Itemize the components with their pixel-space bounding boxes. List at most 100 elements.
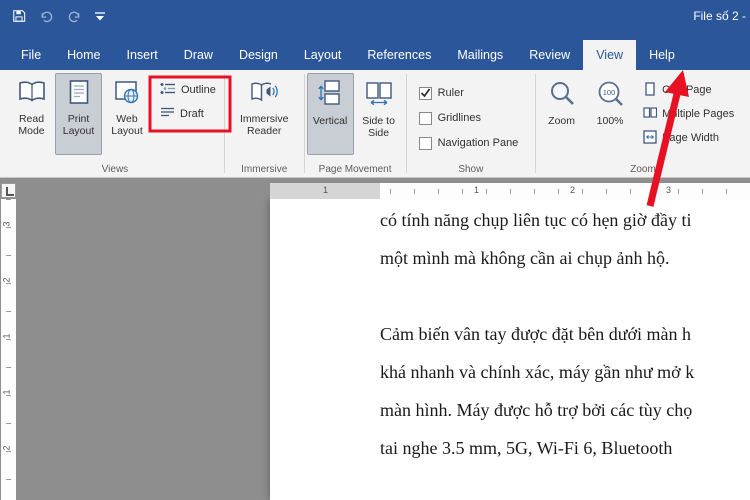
tab-file[interactable]: File: [8, 40, 54, 70]
gridlines-checkbox-label: Gridlines: [437, 112, 481, 124]
tab-mailings[interactable]: Mailings: [444, 40, 516, 70]
group-show: Ruler Gridlines Navigation Pane Show: [407, 70, 536, 177]
tab-draw[interactable]: Draw: [171, 40, 226, 70]
side-to-side-button[interactable]: Side to Side: [354, 73, 404, 155]
tab-view[interactable]: View: [583, 40, 637, 70]
window-title: File số 2 -: [693, 9, 746, 23]
group-immersive: Immersive Reader Immersive: [225, 70, 304, 177]
web-layout-label: Web Layout: [111, 113, 143, 137]
multiple-pages-button[interactable]: Multiple Pages: [637, 103, 740, 125]
navigation-pane-checkbox-label: Navigation Pane: [437, 137, 519, 149]
show-group-label: Show: [458, 164, 484, 175]
vertical-button[interactable]: Vertical: [306, 73, 354, 155]
tab-layout[interactable]: Layout: [291, 40, 355, 70]
gridlines-checkbox-row[interactable]: Gridlines: [418, 108, 534, 128]
ruler-number: 3: [1, 221, 12, 227]
ruler-number: 2: [1, 445, 12, 451]
tab-review[interactable]: Review: [516, 40, 583, 70]
document-text: có tính năng chụp liên tục có hẹn giờ đầ…: [270, 199, 750, 467]
page-movement-group-label: Page Movement: [318, 164, 392, 175]
ruler-checkbox[interactable]: [418, 86, 432, 100]
immersive-reader-label: Immersive Reader: [240, 113, 289, 137]
page-width-button[interactable]: Page Width: [637, 127, 740, 149]
tab-design[interactable]: Design: [226, 40, 291, 70]
multiple-pages-label: Multiple Pages: [662, 108, 735, 120]
ruler-checkbox-row[interactable]: Ruler: [418, 83, 534, 103]
save-icon[interactable]: [12, 9, 26, 23]
read-mode-icon: [17, 80, 47, 109]
read-mode-label: Read Mode: [18, 113, 45, 137]
tab-help[interactable]: Help: [636, 40, 688, 70]
document-line: tai nghe 3.5 mm, 5G, Wi-Fi 6, Bluetooth: [380, 438, 673, 458]
document-page[interactable]: có tính năng chụp liên tục có hẹn giờ đầ…: [270, 199, 750, 500]
zoom-icon: [548, 80, 576, 111]
outline-label: Outline: [181, 84, 216, 96]
side-to-side-icon: [365, 80, 392, 111]
draft-label: Draft: [180, 108, 204, 120]
page-width-label: Page Width: [662, 132, 719, 144]
undo-icon[interactable]: [39, 10, 54, 23]
group-page-movement: Vertical Side to Side Page Movement: [305, 70, 406, 177]
one-page-icon: [643, 81, 657, 99]
ruler-number: 3: [666, 185, 672, 195]
read-mode-button[interactable]: Read Mode: [8, 73, 55, 155]
document-line: màn hình. Máy được hỗ trợ bởi các tùy ch…: [380, 400, 693, 420]
print-layout-label: Print Layout: [62, 113, 95, 137]
zoom-100-button[interactable]: 100 100%: [585, 73, 635, 155]
draft-icon: [160, 106, 175, 122]
side-to-side-label: Side to Side: [362, 115, 395, 139]
ruler-number: 1: [1, 333, 12, 339]
one-page-label: One Page: [662, 84, 712, 96]
multiple-pages-icon: [643, 106, 658, 123]
customize-quick-access-icon[interactable]: [95, 11, 105, 21]
document-line: [380, 277, 750, 315]
svg-text:100: 100: [603, 88, 616, 97]
draft-button[interactable]: Draft: [154, 103, 222, 125]
document-line: khá nhanh và chính xác, máy gần như mở k: [380, 362, 695, 382]
vertical-label: Vertical: [312, 115, 348, 127]
vertical-icon: [318, 80, 342, 111]
outline-icon: [160, 82, 176, 98]
navigation-pane-checkbox-row[interactable]: Navigation Pane: [418, 133, 534, 153]
one-page-button[interactable]: One Page: [637, 79, 740, 101]
group-views: Read Mode Print Layout Web Layout Outlin…: [6, 70, 224, 177]
page-width-icon: [643, 129, 657, 147]
group-zoom: Zoom 100 100% One Page Multiple Pages Pa…: [536, 70, 750, 177]
zoom-label: Zoom: [548, 115, 576, 127]
vertical-ruler[interactable]: 3 2 1 1 2: [1, 199, 16, 500]
tab-stop-selector[interactable]: [1, 183, 16, 198]
immersive-group-label: Immersive: [241, 164, 288, 175]
print-layout-icon: [69, 80, 89, 109]
tab-references[interactable]: References: [354, 40, 444, 70]
redo-icon[interactable]: [67, 10, 82, 23]
views-group-label: Views: [101, 164, 129, 175]
zoom-group-label: Zoom: [630, 164, 656, 175]
ribbon-view: Read Mode Print Layout Web Layout Outlin…: [0, 70, 750, 178]
zoom-button[interactable]: Zoom: [538, 73, 585, 155]
title-bar: File số 2 -: [0, 0, 750, 32]
quick-access-toolbar: [12, 9, 105, 23]
horizontal-ruler[interactable]: 1 1 2 3: [270, 183, 750, 199]
tab-insert[interactable]: Insert: [114, 40, 171, 70]
web-layout-button[interactable]: Web Layout: [102, 73, 152, 155]
ruler-number: 1: [323, 185, 329, 195]
web-layout-icon: [115, 80, 139, 109]
zoom-100-icon: 100: [596, 80, 624, 111]
zoom-100-label: 100%: [596, 115, 624, 127]
immersive-reader-button[interactable]: Immersive Reader: [233, 73, 295, 155]
ruler-number: 2: [1, 277, 12, 283]
navigation-pane-checkbox[interactable]: [418, 136, 432, 150]
tab-home[interactable]: Home: [54, 40, 113, 70]
ruler-number: 2: [570, 185, 576, 195]
gridlines-checkbox[interactable]: [418, 111, 432, 125]
immersive-reader-icon: [250, 80, 278, 109]
ruler-checkbox-label: Ruler: [437, 87, 464, 99]
ruler-number: 1: [1, 389, 12, 395]
ruler-number: 1: [474, 185, 480, 195]
document-line: Cảm biến vân tay được đặt bên dưới màn h: [380, 324, 691, 344]
ribbon-tab-bar: File Home Insert Draw Design Layout Refe…: [0, 32, 750, 70]
outline-button[interactable]: Outline: [154, 79, 222, 101]
document-line: có tính năng chụp liên tục có hẹn giờ đầ…: [380, 210, 692, 230]
print-layout-button[interactable]: Print Layout: [55, 73, 102, 155]
document-line: một mình mà không cần ai chụp ảnh hộ.: [380, 248, 670, 268]
